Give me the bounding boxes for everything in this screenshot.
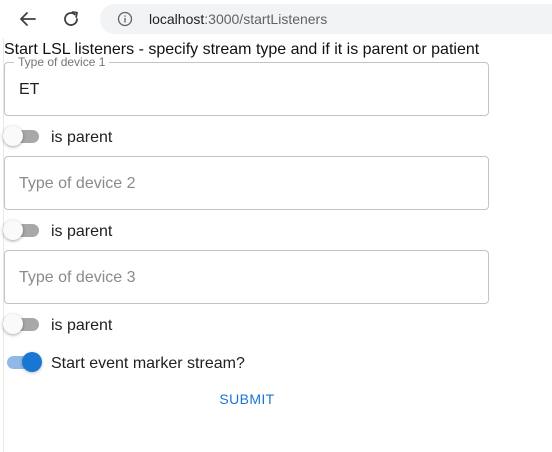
device-1-is-parent-row: is parent <box>3 126 304 148</box>
device-2-is-parent-row: is parent <box>3 220 304 242</box>
device-3-placeholder: Type of device 3 <box>19 269 136 286</box>
back-button[interactable] <box>14 5 42 33</box>
url-host: localhost <box>149 11 205 27</box>
event-marker-label: Start event marker stream? <box>51 355 245 372</box>
event-marker-row: Start event marker stream? <box>4 352 304 374</box>
info-icon[interactable] <box>117 11 133 27</box>
url-path: :3000/startListeners <box>204 11 328 27</box>
device-3-is-parent-switch[interactable] <box>3 314 40 334</box>
device-2-is-parent-label: is parent <box>51 223 113 240</box>
device-1-is-parent-label: is parent <box>51 129 113 146</box>
switch-thumb[interactable] <box>3 314 23 334</box>
reload-icon <box>64 11 78 26</box>
device-3-is-parent-row: is parent <box>3 314 304 336</box>
device-3-is-parent-label: is parent <box>51 317 113 334</box>
device-1-label: Type of device 1 <box>14 56 110 69</box>
device-1-is-parent-switch[interactable] <box>3 126 40 146</box>
address-bar[interactable]: localhost:3000/startListeners <box>100 4 552 34</box>
device-1-value: ET <box>19 81 40 98</box>
device-1-field[interactable]: Type of device 1 ET <box>4 56 489 116</box>
device-2-placeholder: Type of device 2 <box>19 175 136 192</box>
reload-button[interactable] <box>57 5 85 33</box>
browser-toolbar: localhost:3000/startListeners <box>0 0 552 38</box>
submit-button[interactable]: SUBMIT <box>207 388 287 410</box>
device-2-field[interactable]: Type of device 2 <box>4 156 489 210</box>
device-2-is-parent-switch[interactable] <box>3 220 40 240</box>
switch-thumb[interactable] <box>3 220 23 240</box>
switch-thumb[interactable] <box>22 352 42 372</box>
switch-thumb[interactable] <box>3 126 23 146</box>
arrow-left-icon <box>20 12 36 26</box>
device-3-field[interactable]: Type of device 3 <box>4 250 489 304</box>
event-marker-switch[interactable] <box>4 352 42 372</box>
url-text: localhost:3000/startListeners <box>149 11 327 27</box>
